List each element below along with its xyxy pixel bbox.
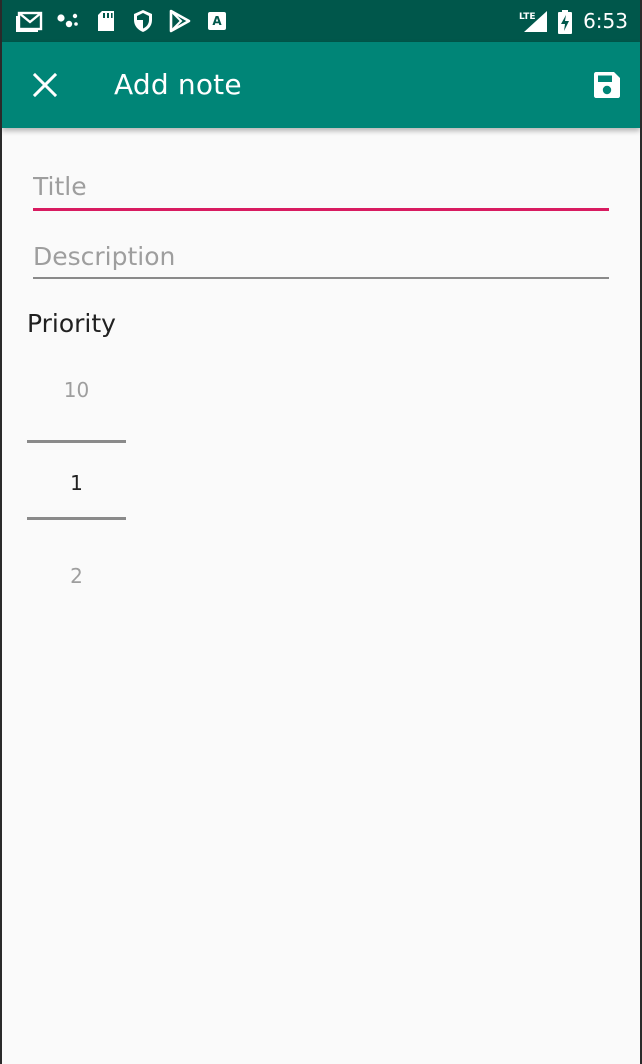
svg-text:A: A <box>212 14 222 28</box>
picker-divider-bottom <box>27 517 126 520</box>
battery-charging-icon <box>556 9 574 34</box>
title-underline <box>33 208 609 211</box>
play-store-icon <box>168 9 192 33</box>
toolbar-title: Add note <box>114 68 242 101</box>
save-icon <box>594 72 620 98</box>
dots-icon <box>56 9 80 33</box>
close-icon <box>32 72 58 98</box>
text-a-icon: A <box>206 9 228 33</box>
add-note-screen: A LTE 6:53 Add note Title Description Pr… <box>2 0 640 1064</box>
picker-next-value[interactable]: 2 <box>27 562 126 590</box>
close-button[interactable] <box>22 62 68 108</box>
title-input[interactable] <box>33 164 609 208</box>
network-label: LTE <box>519 12 536 22</box>
picker-previous-value[interactable]: 10 <box>27 376 126 404</box>
save-button[interactable] <box>582 60 632 110</box>
priority-number-picker[interactable]: 10 1 2 <box>27 360 126 600</box>
shield-icon <box>132 9 154 33</box>
sd-card-icon <box>96 9 116 33</box>
status-bar: A LTE 6:53 <box>2 0 640 42</box>
picker-divider-top <box>27 440 126 443</box>
app-bar: Add note <box>2 42 640 128</box>
description-input[interactable] <box>33 234 609 278</box>
title-field <box>33 164 609 212</box>
lte-signal-icon: LTE <box>518 9 550 33</box>
status-time: 6:53 <box>583 9 628 33</box>
description-underline <box>33 277 609 279</box>
description-field <box>33 234 609 282</box>
gmail-icon <box>16 9 44 33</box>
priority-label: Priority <box>27 309 116 338</box>
picker-current-value[interactable]: 1 <box>27 469 126 497</box>
